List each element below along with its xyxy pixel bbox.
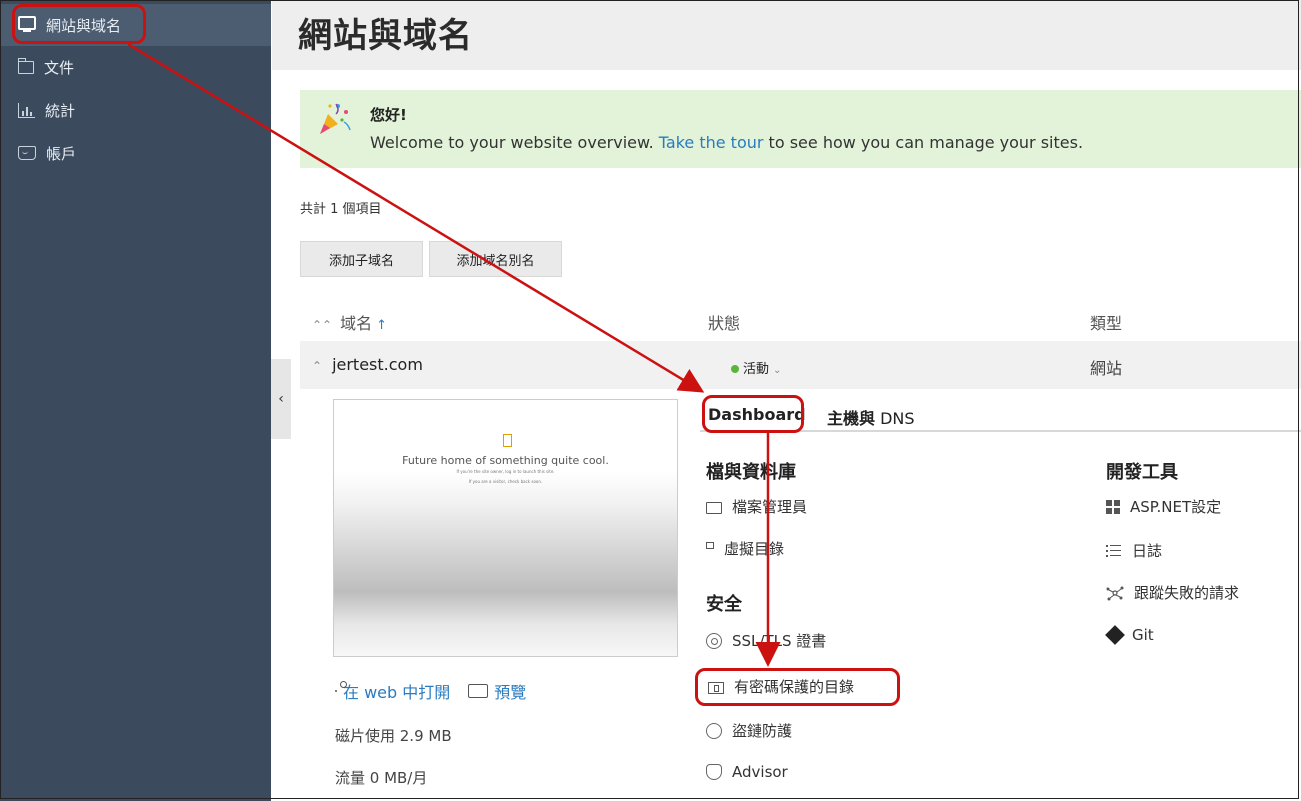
git-icon — [1105, 625, 1125, 645]
advisor-link[interactable]: Advisor — [706, 763, 788, 781]
site-preview-thumbnail[interactable]: Future home of something quite cool. If … — [333, 399, 678, 657]
column-header-domain[interactable]: ⌃⌃ 域名 ↑ — [312, 310, 387, 334]
globe-icon — [335, 690, 337, 692]
traffic-usage: 流量 0 MB/月 — [335, 769, 428, 787]
page-title: 網站與域名 — [298, 16, 473, 56]
domain-type: 網站 — [1090, 359, 1123, 378]
party-popper-icon — [320, 103, 351, 134]
file-manager-link[interactable]: 檔案管理員 — [706, 496, 807, 517]
chevron-up-icon[interactable]: ⌃ — [312, 359, 322, 373]
section-title-files-databases: 檔與資料庫 — [706, 462, 796, 483]
placeholder-page-icon — [503, 434, 512, 447]
logs-link[interactable]: 日誌 — [1106, 540, 1162, 561]
virtual-directory-icon — [706, 542, 714, 549]
annotation-highlight-dashboard-tab — [702, 395, 804, 433]
chevron-down-icon: ⌄ — [773, 365, 782, 376]
preview-link[interactable]: 預覽 — [468, 679, 526, 703]
failed-request-tracing-icon — [1106, 586, 1124, 600]
advisor-icon — [706, 764, 722, 780]
git-link[interactable]: Git — [1105, 625, 1154, 645]
add-domain-alias-button[interactable]: 添加域名別名 — [429, 241, 562, 277]
failed-request-tracing-link[interactable]: 跟蹤失敗的請求 — [1106, 582, 1239, 603]
virtual-directories-link[interactable]: 虛擬目錄 — [706, 538, 784, 559]
hotlink-protection-link[interactable]: 盜鏈防護 — [706, 720, 792, 741]
sort-ascending-icon: ↑ — [376, 318, 388, 333]
collapse-all-icon[interactable]: ⌃⌃ — [312, 318, 332, 332]
add-subdomain-button[interactable]: 添加子域名 — [300, 241, 423, 277]
open-in-web-link[interactable]: 在 web 中打開 — [335, 679, 450, 703]
sidebar: 網站與域名 文件 統計 帳戶 — [0, 0, 271, 801]
annotation-highlight-websites-nav — [12, 4, 146, 44]
section-title-security: 安全 — [706, 594, 742, 615]
column-header-type[interactable]: 類型 — [1090, 310, 1122, 334]
hotlink-protection-icon — [706, 722, 722, 739]
site-open-actions: 在 web 中打開 預覽 — [335, 679, 526, 703]
status-active-dot-icon — [731, 365, 739, 373]
take-tour-link[interactable]: Take the tour — [659, 133, 764, 152]
sidebar-item-label: 文件 — [44, 58, 75, 77]
welcome-message: Welcome to your website overview. Take t… — [370, 133, 1084, 152]
tab-hosting-dns[interactable]: 主機與 DNS — [827, 405, 915, 429]
eye-icon — [468, 684, 489, 698]
ssl-certificates-link[interactable]: SSL/TLS 證書 — [706, 630, 826, 651]
column-header-status[interactable]: 狀態 — [708, 310, 740, 334]
aspnet-grid-icon — [1106, 499, 1120, 514]
certificate-icon — [706, 632, 722, 649]
logs-list-icon — [1106, 543, 1122, 559]
section-title-dev-tools: 開發工具 — [1106, 462, 1178, 483]
chart-icon — [18, 102, 35, 118]
account-icon — [18, 146, 36, 160]
sidebar-item-label: 帳戶 — [46, 144, 77, 163]
folder-icon — [706, 502, 722, 514]
sidebar-collapse-button[interactable]: ‹ — [271, 359, 291, 439]
welcome-greeting: 您好! — [370, 106, 407, 124]
status-dropdown[interactable]: 活動 ⌄ — [731, 358, 781, 377]
sidebar-item-label: 統計 — [45, 101, 76, 120]
table-row[interactable] — [300, 341, 1301, 389]
annotation-highlight-protected-directories — [695, 668, 900, 706]
disk-usage: 磁片使用 2.9 MB — [335, 727, 452, 745]
sidebar-item-files[interactable]: 文件 — [0, 46, 271, 88]
folder-icon — [17, 57, 34, 74]
aspnet-settings-link[interactable]: ASP.NET設定 — [1106, 496, 1221, 517]
sidebar-item-statistics[interactable]: 統計 — [0, 89, 271, 131]
domain-name[interactable]: ⌃ jertest.com — [312, 355, 423, 374]
welcome-banner: 您好! Welcome to your website overview. Ta… — [300, 90, 1301, 168]
sidebar-item-account[interactable]: 帳戶 — [0, 132, 271, 174]
total-items-count: 共計 1 個項目 — [300, 202, 382, 217]
